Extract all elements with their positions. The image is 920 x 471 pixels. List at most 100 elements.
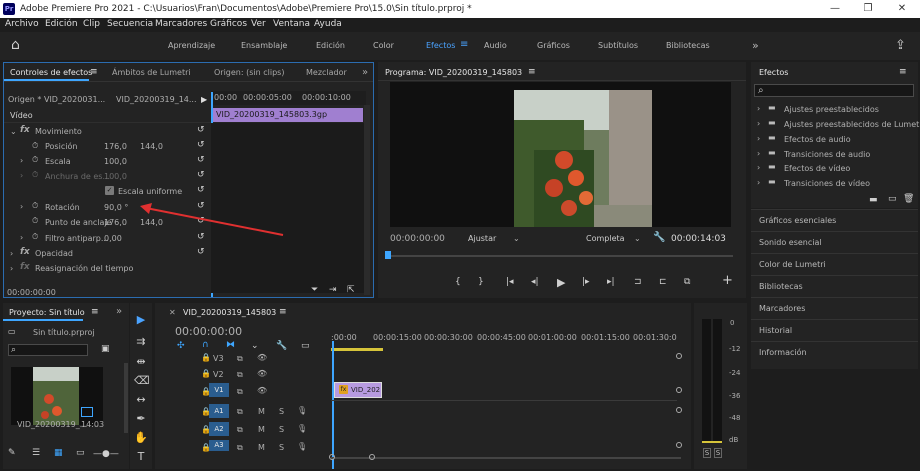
- video-canvas[interactable]: [390, 82, 731, 227]
- lock-icon[interactable]: 🔒: [201, 353, 211, 362]
- workspace-color[interactable]: Color: [373, 41, 394, 50]
- eye-icon[interactable]: 👁: [257, 353, 267, 362]
- reset-icon[interactable]: ↺: [197, 155, 205, 165]
- add-marker-icon[interactable]: ⌄: [251, 342, 259, 351]
- program-title[interactable]: Programa: VID_20200319_145803: [385, 68, 522, 77]
- menu-archivo[interactable]: Archivo: [5, 19, 39, 29]
- tab-menu-icon[interactable]: ≡: [528, 67, 536, 77]
- workspace-edicion[interactable]: Edición: [316, 41, 345, 50]
- minimize-button[interactable]: —: [820, 2, 850, 16]
- more-tabs-icon[interactable]: »: [362, 67, 368, 78]
- expand-arrow-icon[interactable]: ⌄: [10, 127, 17, 136]
- scroll-handle[interactable]: [329, 454, 335, 460]
- reset-icon[interactable]: ↺: [197, 170, 205, 180]
- home-icon[interactable]: ⌂: [11, 38, 20, 52]
- clip-block[interactable]: VID_20200319_145803.3gp: [213, 108, 363, 122]
- effects-item-video-transitions[interactable]: Transiciones de vídeo: [784, 179, 870, 188]
- expand-arrow-icon[interactable]: ›: [757, 149, 760, 158]
- menu-edicion[interactable]: Edición: [45, 19, 78, 29]
- scroll-handle[interactable]: [369, 454, 375, 460]
- sync-lock-icon[interactable]: ⧉: [237, 425, 243, 435]
- mute-button[interactable]: M: [258, 425, 265, 434]
- panel-info[interactable]: Información: [751, 341, 918, 363]
- wrench-icon[interactable]: 🔧: [653, 232, 665, 243]
- export-frame-button[interactable]: ⧉: [684, 278, 690, 287]
- workspace-menu-icon[interactable]: ≡: [460, 39, 468, 50]
- filter-icon[interactable]: ⏷: [311, 286, 318, 295]
- solo-button[interactable]: S: [279, 407, 284, 416]
- posicion-x-value[interactable]: 176,0: [104, 142, 127, 151]
- expand-arrow-icon[interactable]: ›: [10, 249, 13, 258]
- workspace-ensamblaje[interactable]: Ensamblaje: [241, 41, 287, 50]
- meter-solo-left[interactable]: S: [703, 448, 711, 458]
- workspace-audio[interactable]: Audio: [484, 41, 507, 50]
- tab-mixer[interactable]: Mezclador: [306, 68, 347, 77]
- menu-marcadores[interactable]: Marcadores: [155, 19, 207, 29]
- stopwatch-icon[interactable]: ⏱: [32, 141, 38, 151]
- scroll-handle[interactable]: [676, 442, 682, 448]
- tab-lumetri-scopes[interactable]: Ámbitos de Lumetri: [112, 68, 191, 77]
- timeline-ruler[interactable]: :00:00 00:00:15:00 00:00:30:00 00:00:45:…: [331, 331, 681, 353]
- sync-lock-icon[interactable]: ⧉: [237, 443, 243, 453]
- tab-menu-icon[interactable]: ≡: [91, 307, 99, 317]
- new-bin-icon[interactable]: ▬: [869, 196, 878, 205]
- chevron-down-icon[interactable]: ⌄: [513, 234, 520, 243]
- linked-selection-icon[interactable]: ⧓: [226, 341, 235, 350]
- quality-dropdown[interactable]: Completa: [586, 234, 625, 243]
- selection-tool-icon[interactable]: ▶: [134, 313, 148, 327]
- workspace-efectos[interactable]: Efectos: [426, 41, 455, 50]
- workspace-subtitulos[interactable]: Subtítulos: [598, 41, 638, 50]
- track-label-v2[interactable]: V2: [213, 370, 224, 379]
- lift-button[interactable]: ⊐: [634, 278, 642, 287]
- scrollbar[interactable]: [364, 105, 370, 295]
- clip-selector[interactable]: VID_20200319_14...: [116, 95, 197, 104]
- effects-item-presets[interactable]: Ajustes preestablecidos: [784, 105, 879, 114]
- mute-button[interactable]: M: [258, 443, 265, 452]
- program-playhead[interactable]: [385, 251, 391, 259]
- sync-lock-icon[interactable]: ⧉: [237, 354, 243, 364]
- stopwatch-icon[interactable]: ⏱: [32, 216, 38, 226]
- expand-arrow-icon[interactable]: ›: [20, 156, 23, 165]
- timeline-timecode[interactable]: 00:00:00:00: [175, 325, 242, 338]
- expand-arrow-icon[interactable]: ›: [757, 134, 760, 143]
- timeline-title[interactable]: VID_20200319_145803: [183, 308, 276, 317]
- reset-icon[interactable]: ↺: [197, 185, 205, 195]
- list-view-icon[interactable]: ☰: [32, 449, 40, 458]
- stopwatch-icon[interactable]: ⏱: [32, 155, 38, 165]
- tab-menu-icon[interactable]: ≡: [279, 307, 287, 317]
- effect-controls-timecode[interactable]: 00:00:00:00: [7, 288, 56, 297]
- posicion-y-value[interactable]: 144,0: [140, 142, 163, 151]
- scrollbar[interactable]: [124, 363, 128, 433]
- program-timecode[interactable]: 00:00:00:00: [390, 234, 445, 244]
- tab-menu-icon[interactable]: ≡: [90, 67, 98, 77]
- track-label-a2[interactable]: A2: [209, 422, 229, 436]
- more-tabs-icon[interactable]: »: [116, 306, 122, 317]
- microphone-icon[interactable]: 🎙: [297, 424, 307, 433]
- share-icon[interactable]: ⇪: [895, 39, 906, 52]
- menu-ver[interactable]: Ver: [251, 19, 266, 29]
- effects-item-audio-effects[interactable]: Efectos de audio: [784, 135, 851, 144]
- reset-icon[interactable]: ↺: [197, 125, 205, 135]
- panel-essential-graphics[interactable]: Gráficos esenciales: [751, 209, 918, 231]
- effects-item-video-effects[interactable]: Efectos de vídeo: [784, 164, 850, 173]
- solo-button[interactable]: S: [279, 443, 284, 452]
- more-workspaces-icon[interactable]: »: [752, 39, 759, 52]
- lock-icon[interactable]: 🔒: [201, 369, 211, 378]
- source-selector[interactable]: Origen * VID_2020031...: [8, 95, 105, 104]
- step-back-button[interactable]: ◂|: [531, 278, 539, 287]
- panel-history[interactable]: Historial: [751, 319, 918, 341]
- effects-item-lumetri-presets[interactable]: Ajustes preestablecidos de Lumetri: [784, 120, 920, 129]
- workspace-graficos[interactable]: Gráficos: [537, 41, 570, 50]
- pencil-icon[interactable]: ✎: [8, 449, 16, 458]
- workspace-aprendizaje[interactable]: Aprendizaje: [168, 41, 215, 50]
- scroll-handle[interactable]: [676, 387, 682, 393]
- workspace-bibliotecas[interactable]: Bibliotecas: [666, 41, 710, 50]
- pen-tool-icon[interactable]: ✒: [134, 412, 148, 426]
- escala-value[interactable]: 100,0: [104, 157, 127, 166]
- play-arrow-icon[interactable]: ▶: [201, 95, 207, 104]
- scroll-handle[interactable]: [676, 407, 682, 413]
- stopwatch-icon[interactable]: ⏱: [32, 201, 38, 211]
- program-scrubber[interactable]: [388, 255, 733, 257]
- menu-graficos[interactable]: Gráficos: [210, 19, 247, 29]
- freeform-view-icon[interactable]: ▭: [76, 449, 85, 458]
